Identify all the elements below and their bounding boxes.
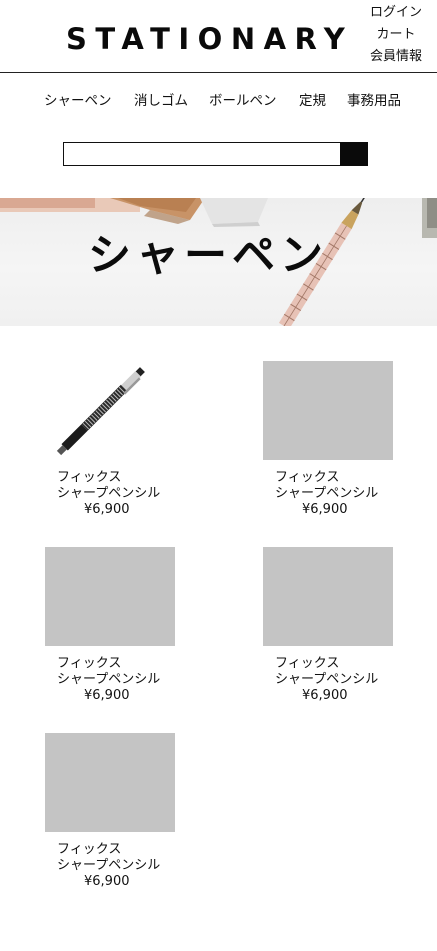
product-name-line2: シャープペンシル	[275, 486, 379, 501]
product-image-placeholder	[45, 733, 175, 832]
product-name-line2: シャープペンシル	[57, 858, 161, 873]
product-image-placeholder	[263, 547, 393, 646]
product-price: ¥6,900	[84, 874, 130, 889]
search-input[interactable]	[63, 142, 341, 166]
nav-item-ballpoint-pen[interactable]: ボールペン	[209, 90, 277, 112]
hero-title: シャーペン	[88, 231, 328, 281]
product-name-line2: シャープペンシル	[57, 486, 161, 501]
product-name-line1: フィックス	[57, 656, 122, 671]
product-image-placeholder	[45, 547, 175, 646]
product-price: ¥6,900	[302, 688, 348, 703]
user-menu: ログイン カート 会員情報	[358, 2, 434, 68]
product-image-placeholder	[263, 361, 393, 460]
site-header: STATIONARY ログイン カート 会員情報	[0, 0, 437, 73]
category-nav: シャーペン 消しゴム ボールペン 定規 事務用品	[0, 90, 437, 112]
nav-item-ruler[interactable]: 定規	[299, 90, 326, 112]
product-info: フィックス シャープペンシル ¥6,900	[57, 842, 197, 890]
nav-item-office-supplies[interactable]: 事務用品	[347, 90, 401, 112]
login-link[interactable]: ログイン	[358, 2, 434, 24]
search-button[interactable]	[340, 142, 368, 166]
product-name-line1: フィックス	[275, 656, 340, 671]
product-name-line1: フィックス	[57, 470, 122, 485]
nav-item-mechanical-pencil[interactable]: シャーペン	[44, 90, 112, 112]
product-price: ¥6,900	[84, 688, 130, 703]
product-info: フィックス シャープペンシル ¥6,900	[275, 470, 415, 518]
mechanical-pencil-icon	[56, 367, 145, 456]
product-name-line2: シャープペンシル	[275, 672, 379, 687]
search-bar	[63, 142, 368, 166]
nav-item-eraser[interactable]: 消しゴム	[134, 90, 188, 112]
hero-banner: シャーペン	[0, 198, 437, 326]
product-info: フィックス シャープペンシル ¥6,900	[57, 656, 197, 704]
site-logo[interactable]: STATIONARY	[66, 20, 353, 58]
product-name-line1: フィックス	[57, 842, 122, 857]
product-info: フィックス シャープペンシル ¥6,900	[57, 470, 197, 518]
product-price: ¥6,900	[302, 502, 348, 517]
product-price: ¥6,900	[84, 502, 130, 517]
product-name-line2: シャープペンシル	[57, 672, 161, 687]
cart-link[interactable]: カート	[358, 24, 434, 46]
member-info-link[interactable]: 会員情報	[358, 46, 434, 68]
product-info: フィックス シャープペンシル ¥6,900	[275, 656, 415, 704]
product-name-line1: フィックス	[275, 470, 340, 485]
product-image	[45, 361, 175, 460]
